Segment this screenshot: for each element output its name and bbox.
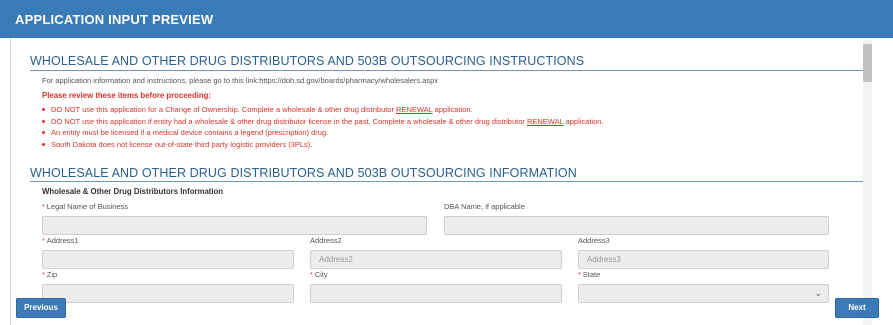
application-preview-page: APPLICATION INPUT PREVIEW WHOLESALE AND … <box>0 0 893 325</box>
legal-name-label: * Legal Name of Business <box>42 202 129 211</box>
address2-input[interactable]: Address2 <box>310 250 562 269</box>
renewal-link[interactable]: RENEWAL <box>527 117 564 126</box>
review-list: DO NOT use this application for a Change… <box>42 104 604 150</box>
required-marker: * <box>42 272 45 279</box>
chevron-down-icon: ⌄ <box>814 288 822 298</box>
zip-input[interactable] <box>42 284 294 303</box>
dba-label: DBA Name, if applicable <box>444 202 525 211</box>
required-marker: * <box>578 272 581 279</box>
city-label: * City <box>310 270 328 279</box>
list-item: An entity must be licensed if a medical … <box>42 127 604 139</box>
address1-label: * Address1 <box>42 236 79 245</box>
page-title: APPLICATION INPUT PREVIEW <box>15 12 214 27</box>
city-input[interactable] <box>310 284 562 303</box>
page-header: APPLICATION INPUT PREVIEW <box>0 0 893 38</box>
required-marker: * <box>42 238 45 245</box>
list-item: DO NOT use this application for a Change… <box>42 104 604 116</box>
next-button[interactable]: Next <box>835 298 879 318</box>
state-label: * State <box>578 270 601 279</box>
state-select[interactable]: ⌄ <box>578 284 829 303</box>
scrollbar-track[interactable] <box>863 40 872 325</box>
renewal-link[interactable]: RENEWAL <box>396 105 433 114</box>
address1-input[interactable] <box>42 250 294 269</box>
instructions-section-title: WHOLESALE AND OTHER DRUG DISTRIBUTORS AN… <box>30 54 585 68</box>
zip-label: * Zip <box>42 270 58 279</box>
address3-label: Address3 <box>578 236 610 245</box>
address3-input[interactable]: Address3 <box>578 250 829 269</box>
info-text: For application information and instruct… <box>42 76 439 85</box>
form-subheading: Wholesale & Other Drug Distributors Info… <box>42 187 224 196</box>
information-section-title: WHOLESALE AND OTHER DRUG DISTRIBUTORS AN… <box>30 166 577 180</box>
required-marker: * <box>42 204 45 211</box>
review-heading: Please review these items before proceed… <box>42 91 211 100</box>
previous-button[interactable]: Previous <box>16 298 66 318</box>
address2-label: Address2 <box>310 236 342 245</box>
section-divider <box>30 70 863 71</box>
scrollbar-thumb[interactable] <box>863 44 872 82</box>
required-marker: * <box>310 272 313 279</box>
legal-name-input[interactable] <box>42 216 427 235</box>
section-divider <box>30 181 863 182</box>
list-item: South Dakota does not license out-of-sta… <box>42 139 604 151</box>
list-item: DO NOT use this application if entity ha… <box>42 116 604 128</box>
dba-input[interactable] <box>444 216 829 235</box>
